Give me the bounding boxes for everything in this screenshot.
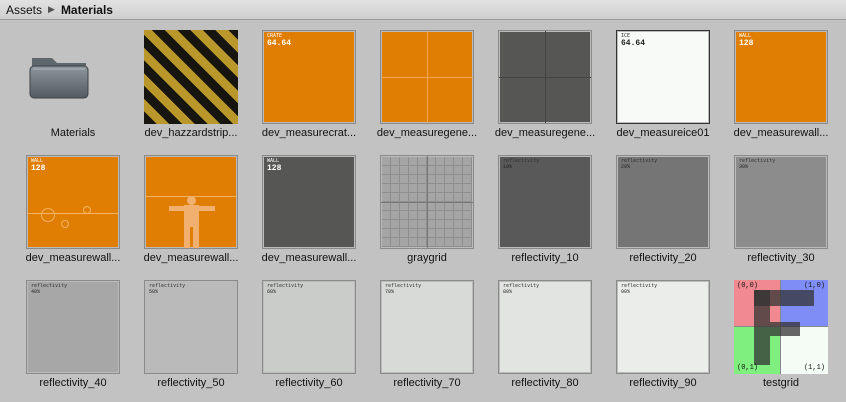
- asset-item[interactable]: WALL 128 dev_measurewall...: [244, 147, 362, 272]
- asset-label: graygrid: [407, 252, 447, 264]
- thumbnail-value: 64.64: [267, 39, 292, 48]
- asset-label: reflectivity_80: [511, 377, 579, 389]
- folder-icon: [29, 58, 89, 99]
- thumbnail-value: 80%: [503, 289, 513, 295]
- asset-thumbnail: reflectivity 70%: [380, 280, 474, 374]
- thumbnail-value: 40%: [31, 289, 41, 295]
- asset-thumbnail: reflectivity 80%: [498, 280, 592, 374]
- asset-thumbnail: WALL 128: [262, 155, 356, 249]
- asset-item[interactable]: reflectivity 80% reflectivity_80: [480, 272, 598, 397]
- asset-item[interactable]: WALL 128 dev_measurewall...: [716, 22, 834, 147]
- asset-item[interactable]: dev_measurewall...: [126, 147, 244, 272]
- asset-thumbnail: reflectivity 40%: [26, 280, 120, 374]
- asset-thumbnail: WALL 128: [26, 155, 120, 249]
- asset-item[interactable]: dev_hazzardstrip...: [126, 22, 244, 147]
- asset-thumbnail: reflectivity 10%: [498, 155, 592, 249]
- asset-label: dev_measurewall...: [143, 252, 239, 264]
- thumbnail-value: 128: [31, 164, 46, 173]
- asset-label: dev_measurecrat...: [261, 127, 357, 139]
- asset-label: reflectivity_50: [157, 377, 225, 389]
- asset-thumbnail: WALL 128: [734, 30, 828, 124]
- asset-item[interactable]: graygrid: [362, 147, 480, 272]
- asset-thumbnail: (0,0) (1,0) (0,1) (1,1): [734, 280, 828, 374]
- thumbnail-value: 64.64: [621, 39, 646, 48]
- asset-label: dev_hazzardstrip...: [144, 127, 238, 139]
- asset-item[interactable]: reflectivity 60% reflectivity_60: [244, 272, 362, 397]
- thumbnail-value: 128: [267, 164, 282, 173]
- asset-label: reflectivity_40: [39, 377, 107, 389]
- asset-thumbnail: reflectivity 90%: [616, 280, 710, 374]
- asset-thumbnail: reflectivity 30%: [734, 155, 828, 249]
- asset-grid: Materials dev_hazzardstrip... CRATE 64.64 de…: [8, 22, 838, 397]
- asset-label: reflectivity_20: [629, 252, 697, 264]
- asset-item[interactable]: reflectivity 30% reflectivity_30: [716, 147, 834, 272]
- asset-item[interactable]: reflectivity 90% reflectivity_90: [598, 272, 716, 397]
- asset-thumbnail: reflectivity 20%: [616, 155, 710, 249]
- thumbnail-value: 70%: [385, 289, 395, 295]
- thumbnail-value: 128: [739, 39, 754, 48]
- asset-thumbnail: [144, 30, 238, 124]
- thumbnail-value: 10%: [503, 164, 513, 170]
- asset-thumbnail: CRATE 64.64: [262, 30, 356, 124]
- thumbnail-value: 30%: [739, 164, 749, 170]
- asset-item[interactable]: Materials: [8, 22, 126, 147]
- asset-item[interactable]: reflectivity 40% reflectivity_40: [8, 272, 126, 397]
- breadcrumb-assets[interactable]: Assets: [0, 3, 46, 17]
- asset-item[interactable]: ICE 64.64 dev_measureice01: [598, 22, 716, 147]
- thumbnail-value: 20%: [621, 164, 631, 170]
- breadcrumb: Assets ▶ Materials: [0, 0, 846, 20]
- asset-label: dev_measurewall...: [733, 127, 829, 139]
- testgrid-corner-label: (0,1): [737, 364, 759, 372]
- asset-thumbnail: [498, 30, 592, 124]
- asset-item[interactable]: CRATE 64.64 dev_measurecrat...: [244, 22, 362, 147]
- asset-item[interactable]: reflectivity 50% reflectivity_50: [126, 272, 244, 397]
- asset-thumbnail: ICE 64.64: [616, 30, 710, 124]
- asset-label: reflectivity_30: [747, 252, 815, 264]
- asset-label: Materials: [50, 127, 96, 139]
- asset-item[interactable]: (0,0) (1,0) (0,1) (1,1) testgrid: [716, 272, 834, 397]
- testgrid-corner-label: (1,0): [803, 282, 825, 290]
- asset-label: testgrid: [762, 377, 800, 389]
- testgrid-corner-label: (0,0): [737, 282, 759, 290]
- asset-item[interactable]: reflectivity 70% reflectivity_70: [362, 272, 480, 397]
- thumbnail-value: 50%: [149, 289, 159, 295]
- asset-thumbnail: [380, 30, 474, 124]
- asset-label: dev_measurewall...: [25, 252, 121, 264]
- asset-label: dev_measureice01: [616, 127, 710, 139]
- thumbnail-value: 90%: [621, 289, 631, 295]
- breadcrumb-separator-icon: ▶: [48, 4, 55, 14]
- asset-label: dev_measuregene...: [494, 127, 596, 139]
- asset-thumbnail: [380, 155, 474, 249]
- testgrid-corner-label: (1,1): [803, 364, 825, 372]
- asset-item[interactable]: reflectivity 20% reflectivity_20: [598, 147, 716, 272]
- asset-thumbnail: [144, 155, 238, 249]
- asset-item[interactable]: dev_measuregene...: [480, 22, 598, 147]
- asset-label: reflectivity_10: [511, 252, 579, 264]
- asset-item[interactable]: dev_measuregene...: [362, 22, 480, 147]
- asset-thumbnail: reflectivity 60%: [262, 280, 356, 374]
- asset-item[interactable]: WALL 128 dev_measurewall...: [8, 147, 126, 272]
- asset-item[interactable]: reflectivity 10% reflectivity_10: [480, 147, 598, 272]
- asset-label: reflectivity_90: [629, 377, 697, 389]
- asset-thumbnail: reflectivity 50%: [144, 280, 238, 374]
- asset-label: dev_measurewall...: [261, 252, 357, 264]
- asset-label: dev_measuregene...: [376, 127, 478, 139]
- thumbnail-value: 60%: [267, 289, 277, 295]
- asset-label: reflectivity_70: [393, 377, 461, 389]
- breadcrumb-materials[interactable]: Materials: [57, 3, 117, 17]
- asset-label: reflectivity_60: [275, 377, 343, 389]
